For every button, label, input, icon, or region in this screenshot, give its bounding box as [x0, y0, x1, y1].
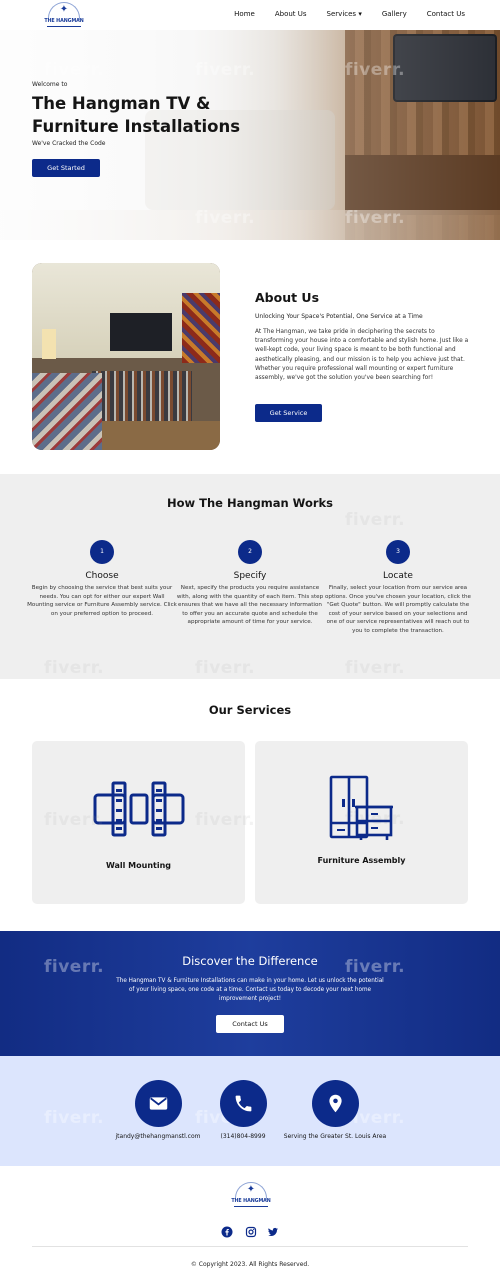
chevron-down-icon: ▾ [358, 10, 362, 18]
phone-icon [235, 1095, 251, 1112]
step-number: 3 [386, 540, 410, 564]
logo-text: THE HANGMAN [231, 1199, 271, 1204]
location-icon-circle [311, 1080, 359, 1127]
nav-home[interactable]: Home [234, 10, 255, 18]
nav-about[interactable]: About Us [275, 10, 307, 18]
step-number: 1 [90, 540, 114, 564]
discover-body: The Hangman TV & Furniture Installations… [116, 978, 384, 1002]
twitter-icon[interactable] [267, 1223, 279, 1237]
photo-tv [110, 313, 172, 351]
how-heading: How The Hangman Works [166, 496, 334, 510]
about-room-photo [32, 263, 220, 450]
hero-title: The Hangman TV & Furniture Installations [32, 94, 241, 136]
discover-heading: Discover the Difference [182, 954, 318, 968]
hero-section: fiverr. fiverr. fiverr. fiverr. fiverr. … [0, 30, 500, 240]
step-description: Next, specify the products you require a… [176, 585, 324, 626]
social-links [221, 1223, 281, 1238]
phone-icon-circle [219, 1080, 267, 1127]
photo-clutter [32, 373, 102, 450]
step-title: Specify [233, 571, 267, 581]
photo-floor [102, 421, 220, 450]
watermark: fiverr. [345, 658, 406, 678]
top-navbar: ✦ THE HANGMAN Home About Us Services ▾ G… [0, 0, 500, 30]
about-body: At The Hangman, we take pride in deciphe… [255, 329, 469, 382]
watermark: fiverr. [195, 60, 256, 80]
nav-contact[interactable]: Contact Us [427, 10, 465, 18]
logo-underline [234, 1206, 268, 1207]
footer-divider [32, 1246, 468, 1247]
email-icon-circle [134, 1080, 182, 1127]
discover-section: fiverr. fiverr. Discover the Difference … [0, 931, 500, 1056]
watermark: fiverr. [44, 810, 105, 830]
services-heading: Our Services [208, 703, 292, 717]
contact-strip: fiverr. fiverr. fiverr. jtandy@thehangma… [0, 1056, 500, 1166]
service-label: Furniture Assembly [317, 856, 406, 865]
step-title: Choose [85, 571, 119, 581]
nav-services[interactable]: Services ▾ [327, 10, 362, 18]
watermark: fiverr. [44, 60, 105, 80]
logo-star-icon: ✦ [59, 4, 69, 15]
step-title: Locate [383, 571, 413, 581]
envelope-icon [149, 1097, 167, 1110]
watermark: fiverr. [345, 510, 406, 530]
watermark: fiverr. [195, 208, 256, 228]
logo-underline [47, 26, 81, 27]
footer-logo[interactable]: ✦ THE HANGMAN [231, 1182, 271, 1208]
photo-lamp [42, 329, 56, 359]
step-choose: 1 Choose Begin by choosing the service t… [27, 540, 177, 618]
hero-welcome: Welcome to [32, 81, 68, 88]
copyright-text: © Copyright 2023. All Rights Reserved. [190, 1261, 310, 1268]
step-locate: 3 Locate Finally, select your location f… [323, 540, 473, 636]
how-it-works-section: fiverr. fiverr. fiverr. fiverr. How The … [0, 474, 500, 679]
service-label: Wall Mounting [105, 861, 172, 870]
contact-us-button[interactable]: Contact Us [216, 1015, 284, 1033]
watermark: fiverr. [195, 658, 256, 678]
photo-rug [182, 293, 220, 363]
watermark: fiverr. [195, 810, 256, 830]
get-started-button[interactable]: Get Started [32, 159, 100, 177]
logo-text: THE HANGMAN [44, 19, 84, 24]
watermark: fiverr. [44, 658, 105, 678]
contact-location[interactable]: Serving the Greater St. Louis Area [270, 1080, 400, 1140]
instagram-icon[interactable] [245, 1223, 257, 1238]
step-description: Begin by choosing the service that best … [27, 585, 177, 617]
hero-tagline: We've Cracked the Code [32, 140, 106, 147]
area-text: Serving the Greater St. Louis Area [283, 1133, 387, 1140]
watermark: fiverr. [345, 60, 406, 80]
furniture-icon [329, 775, 393, 840]
nav-links: Home About Us Services ▾ Gallery Contact… [234, 10, 465, 18]
get-service-button[interactable]: Get Service [255, 404, 322, 422]
service-card-furniture-assembly[interactable]: fiverr. Furniture Assembly [255, 741, 468, 904]
nav-gallery[interactable]: Gallery [382, 10, 407, 18]
site-logo[interactable]: ✦ THE HANGMAN [44, 2, 84, 28]
nav-services-label: Services [326, 10, 357, 18]
logo-star-icon: ✦ [246, 1184, 256, 1195]
map-pin-icon [328, 1094, 342, 1113]
step-specify: 2 Specify Next, specify the products you… [175, 540, 325, 627]
step-number: 2 [238, 540, 262, 564]
watermark: fiverr. [345, 208, 406, 228]
step-description: Finally, select your location from our s… [324, 585, 472, 634]
about-heading: About Us [255, 290, 320, 305]
about-subheading: Unlocking Your Space's Potential, One Se… [255, 313, 423, 320]
wall-mount-icon [93, 781, 185, 837]
photo-shelf [92, 371, 192, 421]
facebook-icon[interactable] [221, 1223, 233, 1238]
